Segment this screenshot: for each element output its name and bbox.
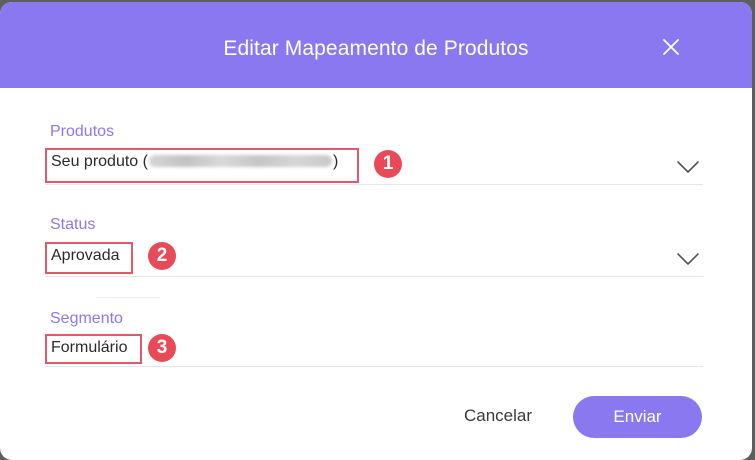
annotation-badge-3: 3 <box>148 334 176 362</box>
produtos-value-suffix: ) <box>332 153 339 170</box>
annotation-badge-2: 2 <box>148 242 176 270</box>
redacted-product-id <box>148 155 332 167</box>
segmento-value: Formulário <box>51 339 128 356</box>
chevron-down-icon[interactable] <box>676 160 700 174</box>
annotation-badge-1: 1 <box>374 150 402 178</box>
produtos-value-prefix: Seu produto ( <box>51 153 148 170</box>
chevron-down-icon[interactable] <box>676 252 700 266</box>
status-select-value[interactable]: Aprovada <box>45 242 133 274</box>
segmento-field[interactable]: Segmento Formulário 3 <box>45 302 703 367</box>
cancel-button[interactable]: Cancelar <box>450 396 546 436</box>
edit-product-mapping-dialog: Editar Mapeamento de Produtos Produtos S… <box>0 2 752 460</box>
status-value: Aprovada <box>51 247 120 264</box>
produtos-field[interactable]: Produtos Seu produto () 1 <box>45 114 703 185</box>
status-field[interactable]: Status Aprovada 2 <box>45 209 703 277</box>
dialog-title: Editar Mapeamento de Produtos <box>223 37 529 60</box>
segmento-input[interactable]: Formulário <box>45 334 142 364</box>
status-label: Status <box>50 216 96 233</box>
send-button[interactable]: Enviar <box>573 396 702 438</box>
faint-divider <box>96 297 160 298</box>
produtos-label: Produtos <box>50 123 115 140</box>
close-icon[interactable] <box>660 36 682 58</box>
produtos-select-value[interactable]: Seu produto () <box>45 148 359 183</box>
segmento-label: Segmento <box>50 310 123 327</box>
dialog-header: Editar Mapeamento de Produtos <box>0 2 752 88</box>
